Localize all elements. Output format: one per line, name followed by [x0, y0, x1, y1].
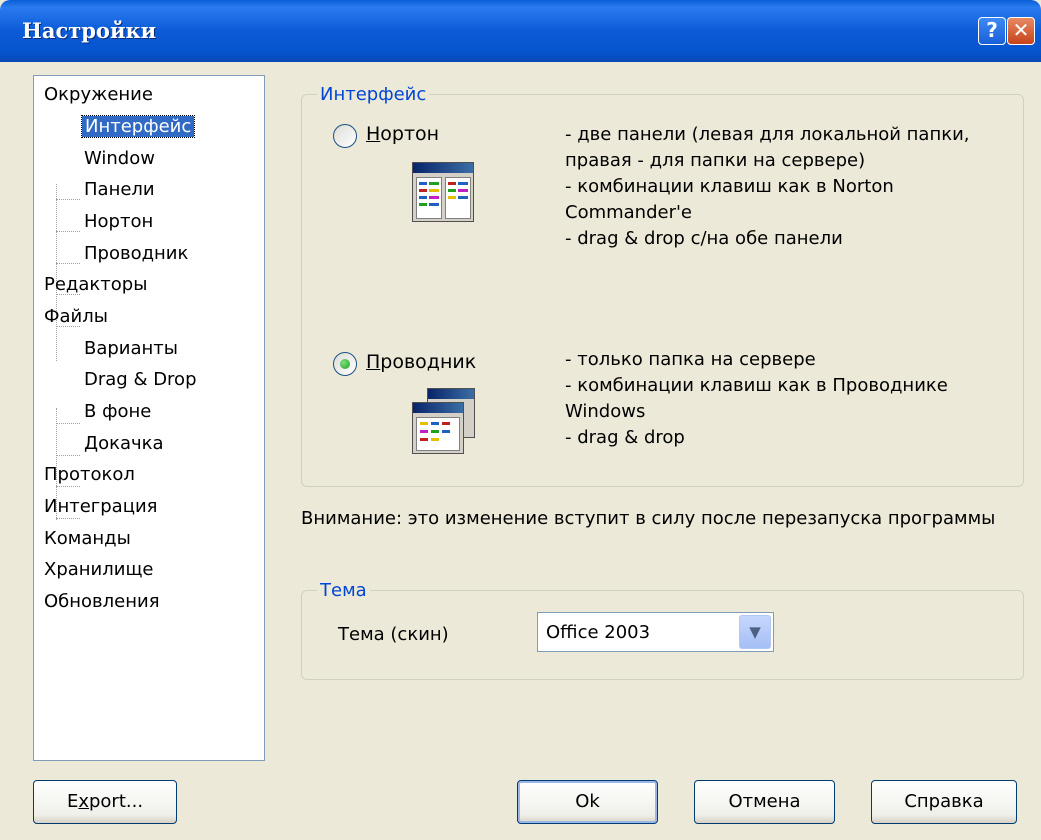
- tree-item-protocol[interactable]: Протокол: [44, 460, 135, 490]
- tree-connector: [56, 199, 80, 200]
- explorer-radio[interactable]: [333, 352, 357, 376]
- tree-connector: [56, 455, 80, 456]
- tree-item-files[interactable]: Файлы: [44, 302, 108, 332]
- theme-select-value: Office 2003: [546, 622, 651, 643]
- theme-label: Тема (скин): [338, 624, 449, 645]
- norton-radio-label[interactable]: Нортон: [366, 121, 439, 147]
- restart-warning: Внимание: это изменение вступит в силу п…: [301, 508, 996, 529]
- tree-item-drag-drop[interactable]: Drag & Drop: [84, 365, 197, 395]
- norton-description: - две панели (левая для локальной папки,…: [565, 124, 970, 249]
- tree-item-updates[interactable]: Обновления: [44, 587, 160, 617]
- tree-connector: [56, 263, 80, 264]
- cancel-button[interactable]: Отмена: [694, 780, 835, 824]
- settings-tree[interactable]: Окружение Интерфейс Window Панели Нортон…: [33, 75, 265, 761]
- export-button[interactable]: Export...: [33, 780, 177, 824]
- theme-group-legend: Тема: [317, 580, 370, 602]
- norton-interface-icon: [412, 162, 474, 222]
- chevron-down-icon[interactable]: ▼: [739, 615, 771, 649]
- explorer-interface-icon: [412, 402, 464, 454]
- radio-checked-dot: [340, 359, 350, 369]
- help-title-button[interactable]: ?: [978, 17, 1006, 45]
- tree-item-commands[interactable]: Команды: [44, 524, 131, 554]
- tree-connector: [56, 231, 80, 232]
- interface-group-legend: Интерфейс: [317, 84, 430, 106]
- norton-radio[interactable]: [333, 124, 357, 148]
- tree-item-interface[interactable]: Интерфейс: [80, 112, 196, 142]
- ok-button[interactable]: Ok: [517, 780, 658, 824]
- help-button[interactable]: Справка: [871, 780, 1017, 824]
- tree-connector: [56, 423, 80, 424]
- tree-item-window[interactable]: Window: [84, 144, 155, 174]
- tree-item-editors[interactable]: Редакторы: [44, 270, 147, 300]
- tree-item-variants[interactable]: Варианты: [84, 334, 178, 364]
- tree-item-background[interactable]: В фоне: [84, 397, 151, 427]
- theme-select[interactable]: Office 2003 ▼: [537, 612, 774, 652]
- explorer-description: - только папка на сервере - комбинации к…: [565, 349, 948, 448]
- tree-item-panels[interactable]: Панели: [84, 175, 155, 205]
- explorer-radio-label[interactable]: Проводник: [366, 349, 476, 375]
- tree-item-integration[interactable]: Интеграция: [44, 492, 157, 522]
- tree-item-norton[interactable]: Нортон: [84, 207, 153, 237]
- close-button[interactable]: ✕: [1007, 17, 1035, 45]
- tree-item-storage[interactable]: Хранилище: [44, 555, 154, 585]
- settings-dialog: Настройки ? ✕ Окружение Интерфейс Window…: [0, 0, 1041, 840]
- tree-item-resume[interactable]: Докачка: [84, 429, 164, 459]
- tree-item-environment[interactable]: Окружение: [44, 80, 153, 110]
- window-title: Настройки: [22, 18, 157, 43]
- title-bar[interactable]: Настройки ? ✕: [0, 0, 1041, 62]
- tree-item-explorer[interactable]: Проводник: [84, 239, 188, 269]
